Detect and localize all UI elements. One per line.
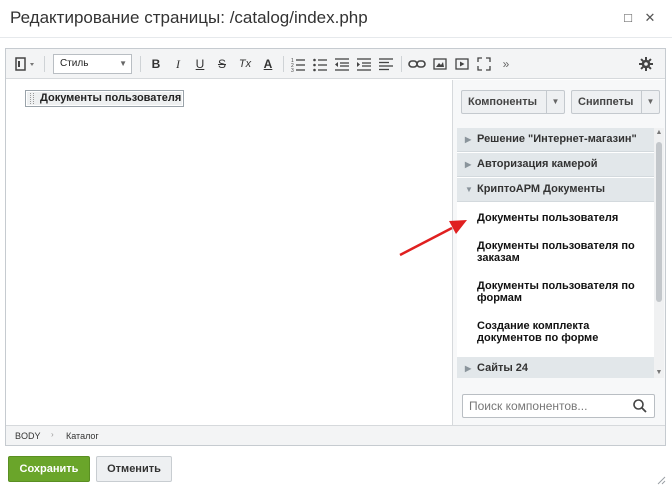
- snippets-tab-label: Сниппеты: [578, 96, 634, 108]
- cancel-button[interactable]: Отменить: [96, 456, 172, 482]
- style-select[interactable]: Стиль ▼: [53, 54, 132, 74]
- tree-group-internet-shop[interactable]: ▶ Решение "Интернет-магазин": [457, 128, 654, 152]
- indent-icon: [357, 58, 371, 71]
- clear-format-icon[interactable]: Tx: [236, 56, 254, 72]
- components-tab-label: Компоненты: [468, 96, 537, 108]
- tree-item-label-line2: формам: [477, 292, 523, 304]
- chevron-right-icon: ▶: [465, 160, 472, 169]
- link-button[interactable]: [408, 56, 426, 72]
- ordered-list-button[interactable]: 1 2 3: [290, 56, 306, 74]
- dialog-title: Редактирование страницы: /catalog/index.…: [10, 8, 368, 27]
- components-tree: ▶ Решение "Интернет-магазин" ▶ Авторизац…: [457, 128, 654, 378]
- breadcrumb-body[interactable]: BODY: [15, 431, 41, 441]
- tree-item-label: Документы пользователя по: [477, 280, 635, 292]
- chevron-down-icon: ▼: [465, 185, 473, 194]
- save-button[interactable]: Сохранить: [8, 456, 90, 482]
- resize-grip-icon[interactable]: [656, 475, 666, 485]
- view-mode-icon: [15, 57, 34, 71]
- search-icon[interactable]: [632, 398, 648, 414]
- toolbar-separator: [283, 56, 284, 72]
- html-editor: Стиль ▼ B I U S Tx A 1 2 3 » Документы п…: [5, 48, 666, 446]
- scroll-down-icon[interactable]: ▼: [654, 368, 664, 378]
- tree-group-cryptoarm-documents[interactable]: ▼ КриптоАРМ Документы: [457, 178, 654, 202]
- italic-icon[interactable]: I: [170, 56, 186, 72]
- editor-toolbar: Стиль ▼ B I U S Tx A 1 2 3 »: [6, 49, 665, 79]
- outdent-icon: [335, 58, 349, 71]
- align-icon: [379, 58, 393, 71]
- tree-group-label: Сайты 24: [477, 362, 529, 374]
- close-icon[interactable]: ✕: [643, 11, 657, 25]
- tree-group-label: Авторизация камерой: [477, 158, 598, 170]
- breadcrumb-catalog[interactable]: Каталог: [66, 431, 99, 441]
- tree-item-label-line2: заказам: [477, 252, 520, 264]
- scrollbar-thumb[interactable]: [656, 142, 662, 302]
- underline-icon[interactable]: U: [192, 56, 208, 72]
- breadcrumb-separator-icon: ›: [51, 430, 54, 439]
- fullscreen-button[interactable]: [476, 56, 492, 72]
- link-icon: [408, 60, 426, 68]
- tree-item-user-documents[interactable]: Документы пользователя: [477, 212, 652, 224]
- tree-group-label: Решение "Интернет-магазин": [477, 133, 637, 145]
- video-button[interactable]: [454, 56, 470, 72]
- chevron-down-icon: ▼: [119, 59, 127, 68]
- more-icon[interactable]: »: [498, 56, 514, 72]
- chevron-right-icon: ▶: [465, 364, 472, 373]
- chevron-down-icon[interactable]: ▼: [641, 91, 659, 113]
- unordered-list-icon: [313, 58, 327, 72]
- indent-button[interactable]: [356, 56, 372, 72]
- toolbar-separator: [401, 56, 402, 72]
- tree-item-label: Документы пользователя: [477, 212, 619, 224]
- strikethrough-icon[interactable]: S: [214, 56, 230, 72]
- editor-content-area[interactable]: Документы пользователя: [6, 80, 452, 425]
- unordered-list-button[interactable]: [312, 56, 328, 72]
- view-mode-button[interactable]: [15, 56, 37, 72]
- components-tab-button[interactable]: Компоненты ▼: [461, 90, 565, 114]
- svg-text:3: 3: [291, 68, 294, 72]
- font-color-icon[interactable]: A: [260, 56, 276, 72]
- tree-item-label-line2: документов по форме: [477, 332, 599, 344]
- bold-icon[interactable]: B: [148, 56, 164, 72]
- settings-button[interactable]: [638, 56, 654, 72]
- outdent-button[interactable]: [334, 56, 350, 72]
- chevron-down-icon[interactable]: ▼: [546, 91, 564, 113]
- tree-item-user-documents-forms[interactable]: Документы пользователя по формам: [477, 280, 652, 304]
- scroll-up-icon[interactable]: ▲: [654, 128, 664, 138]
- image-button[interactable]: [432, 56, 448, 72]
- dialog-titlebar: Редактирование страницы: /catalog/index.…: [0, 0, 672, 38]
- tree-item-user-documents-orders[interactable]: Документы пользователя по заказам: [477, 240, 652, 264]
- tree-group-label: КриптоАРМ Документы: [477, 183, 606, 195]
- tree-group-camera-auth[interactable]: ▶ Авторизация камерой: [457, 153, 654, 177]
- toolbar-separator: [44, 56, 45, 72]
- style-select-value: Стиль: [60, 58, 89, 69]
- video-icon: [455, 58, 469, 70]
- tree-item-label: Документы пользователя по: [477, 240, 635, 252]
- snippets-tab-button[interactable]: Сниппеты ▼: [571, 90, 660, 114]
- tree-item-label: Создание комплекта: [477, 320, 590, 332]
- components-panel: Компоненты ▼ Сниппеты ▼ ▶ Решение "Интер…: [452, 80, 665, 425]
- image-icon: [433, 58, 447, 70]
- component-placeholder-label: Документы пользователя: [40, 92, 182, 104]
- editor-statusbar: BODY › Каталог: [6, 425, 665, 445]
- component-placeholder[interactable]: Документы пользователя: [25, 90, 184, 107]
- component-search[interactable]: [462, 394, 655, 418]
- tree-group-sites-24[interactable]: ▶ Сайты 24: [457, 357, 654, 378]
- maximize-icon[interactable]: □: [621, 11, 635, 25]
- component-search-input[interactable]: [463, 395, 628, 417]
- chevron-right-icon: ▶: [465, 135, 472, 144]
- tree-item-create-document-set[interactable]: Создание комплекта документов по форме: [477, 320, 652, 344]
- ordered-list-icon: 1 2 3: [291, 58, 305, 74]
- drag-handle-icon[interactable]: [30, 93, 34, 104]
- align-button[interactable]: [378, 56, 394, 72]
- components-scrollbar[interactable]: ▲ ▼: [654, 128, 664, 378]
- toolbar-separator: [140, 56, 141, 72]
- settings-gear-icon: [639, 57, 653, 71]
- fullscreen-icon: [477, 57, 491, 71]
